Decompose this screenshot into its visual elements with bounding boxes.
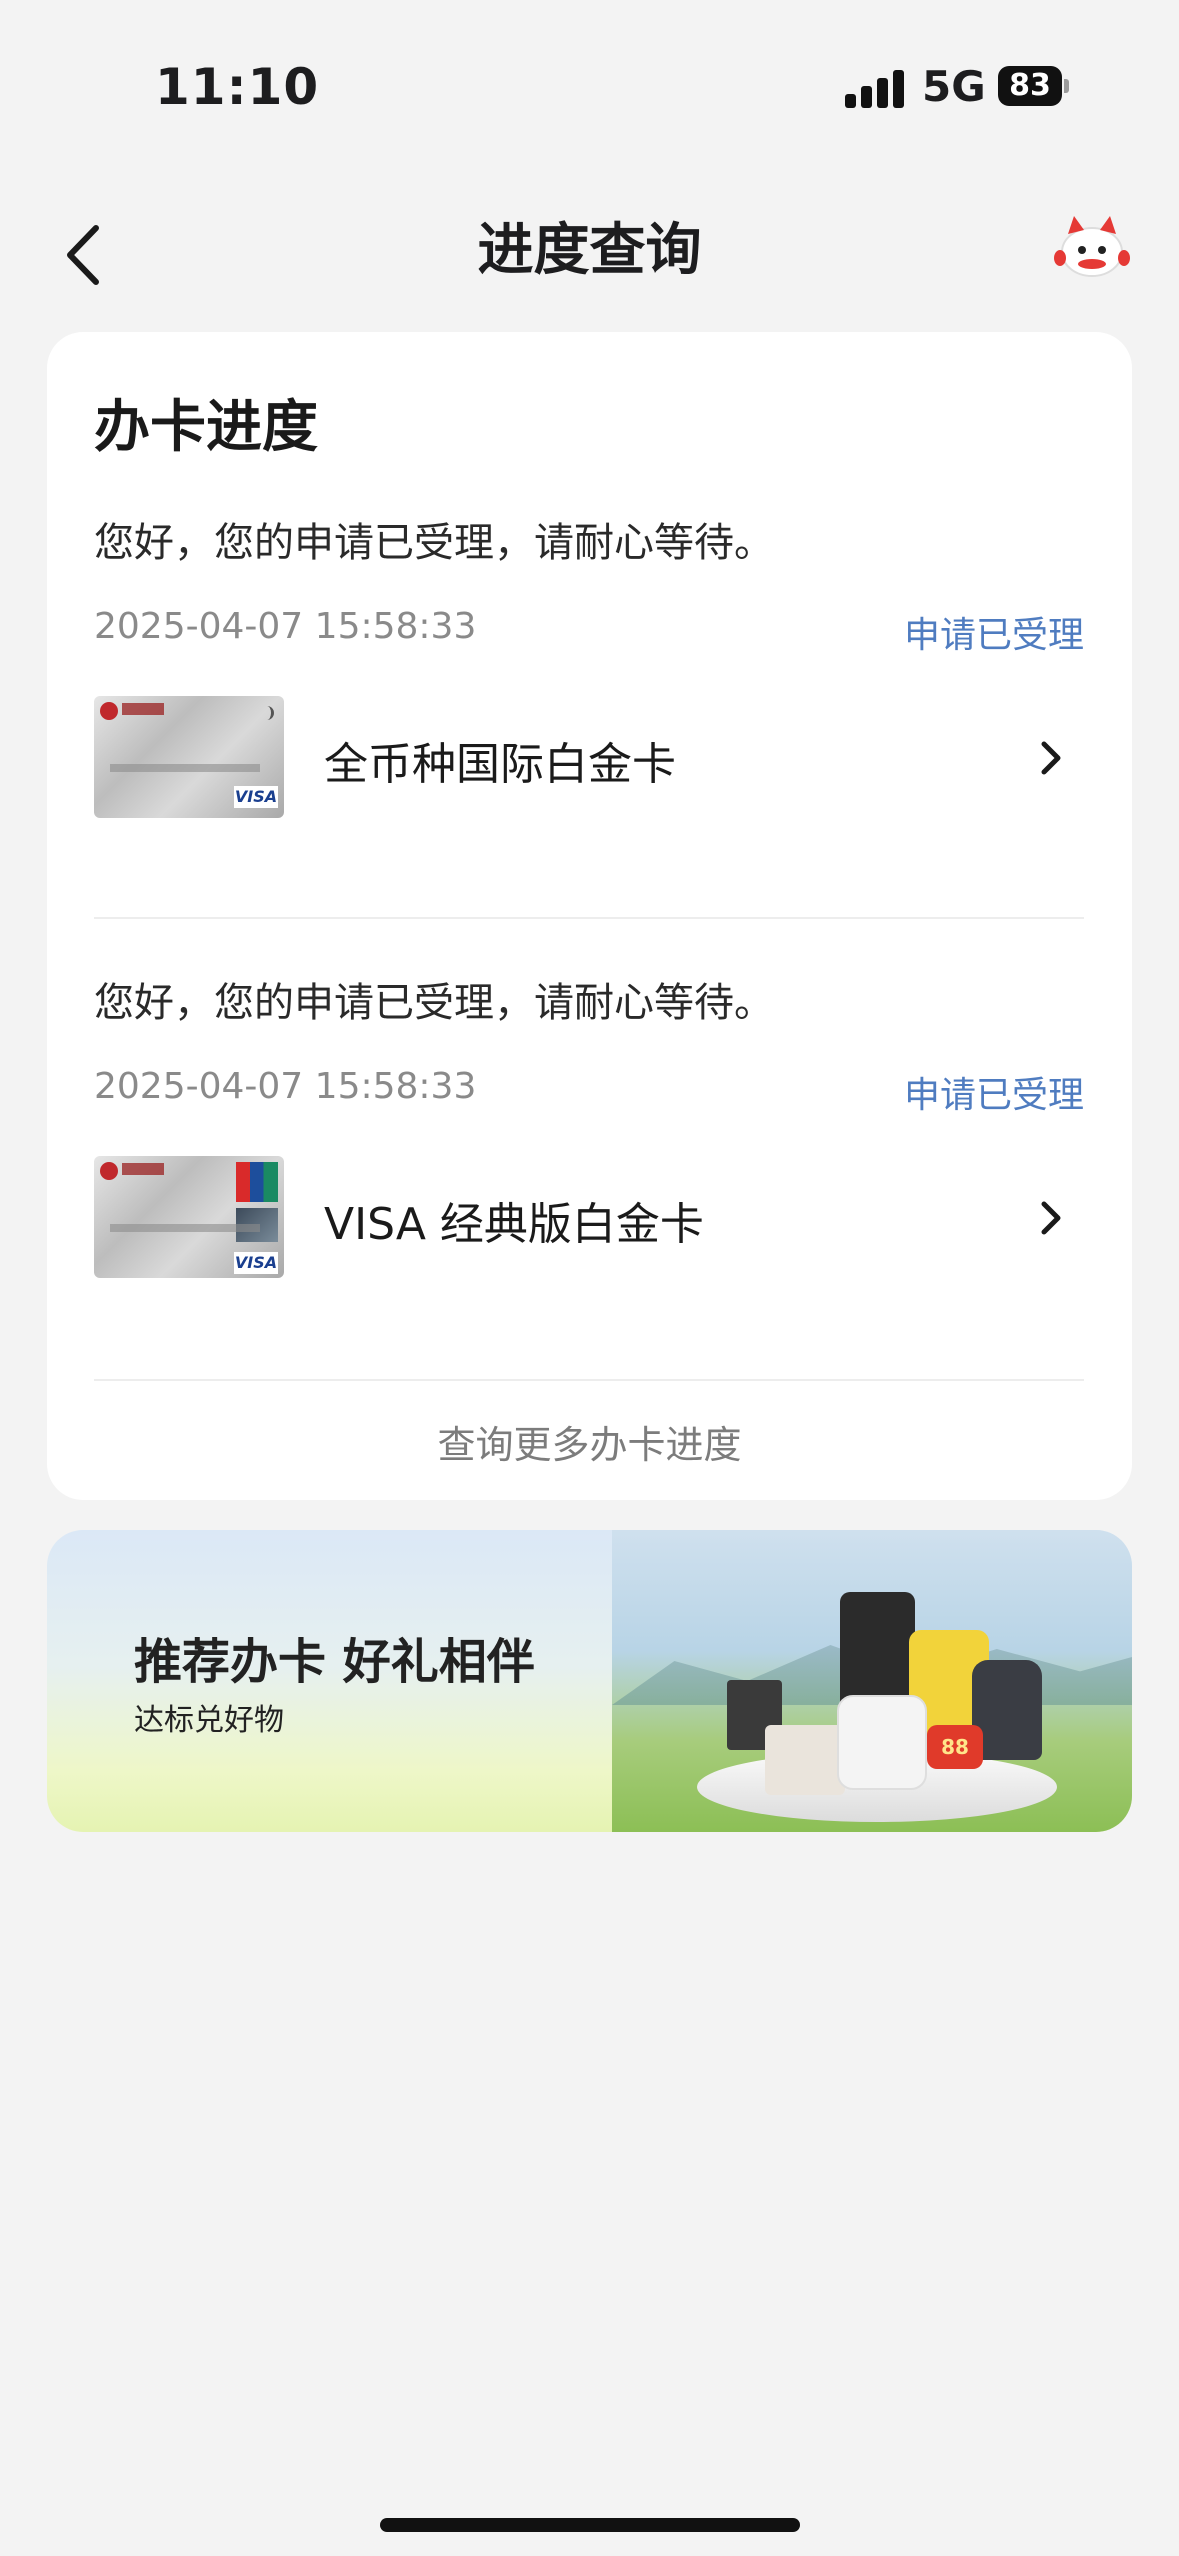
visa-logo: VISA	[234, 1252, 278, 1274]
chevron-right-icon	[1041, 1201, 1061, 1235]
application-message: 您好，您的申请已受理，请耐心等待。	[94, 980, 774, 1026]
banner-subtitle: 达标兑好物	[134, 1703, 284, 1738]
bank-logo-icon	[100, 1162, 118, 1180]
application-status-link[interactable]: 申请已受理	[904, 606, 1084, 658]
progress-page: 11:10 5G 83 进度查询 办卡进度 您好，您的申请已受理，请耐心等待。 …	[0, 0, 1179, 2556]
card-section-title: 办卡进度	[94, 395, 318, 460]
contactless-icon	[260, 706, 274, 720]
visa-logo: VISA	[234, 786, 278, 808]
application-meta: 2025-04-07 15:58:33 申请已受理	[94, 1066, 1084, 1116]
application-item: 您好，您的申请已受理，请耐心等待。 2025-04-07 15:58:33 申请…	[94, 970, 1084, 1281]
home-indicator[interactable]	[380, 2518, 800, 2532]
status-time: 11:10	[155, 58, 320, 116]
card-thumbnail: VISA	[94, 696, 284, 818]
page-title: 进度查询	[477, 218, 702, 283]
air-fryer-icon	[837, 1695, 927, 1790]
status-bar: 11:10 5G 83	[0, 0, 1179, 160]
battery-level: 83	[1009, 68, 1051, 103]
network-type: 5G	[922, 62, 986, 111]
promo-banner[interactable]: 88 推荐办卡 好礼相伴 达标兑好物	[47, 1530, 1132, 1832]
banner-title: 推荐办卡 好礼相伴	[134, 1634, 535, 1690]
card-product-name: VISA 经典版白金卡	[324, 1199, 704, 1250]
card-product-name: 全币种国际白金卡	[324, 739, 676, 790]
divider	[94, 917, 1084, 919]
bank-logo-icon	[100, 702, 118, 720]
card-thumbnail: VISA	[94, 1156, 284, 1278]
application-item: 您好，您的申请已受理，请耐心等待。 2025-04-07 15:58:33 申请…	[94, 510, 1084, 821]
unionpay-logo-icon	[236, 1162, 278, 1202]
progress-card: 办卡进度 您好，您的申请已受理，请耐心等待。 2025-04-07 15:58:…	[47, 332, 1132, 1500]
red-envelope-badge: 88	[927, 1725, 983, 1769]
battery-icon: 83	[998, 66, 1069, 106]
more-progress-link[interactable]: 查询更多办卡进度	[47, 1414, 1132, 1469]
application-date: 2025-04-07 15:58:33	[94, 606, 477, 647]
application-meta: 2025-04-07 15:58:33 申请已受理	[94, 606, 1084, 656]
application-date: 2025-04-07 15:58:33	[94, 1066, 477, 1107]
signal-icon	[845, 68, 905, 108]
mascot-icon[interactable]	[1052, 212, 1132, 284]
card-product-row[interactable]: VISA VISA 经典版白金卡	[94, 1156, 1084, 1281]
chevron-right-icon	[1041, 741, 1061, 775]
application-status-link[interactable]: 申请已受理	[904, 1066, 1084, 1118]
divider	[94, 1379, 1084, 1381]
handbag-icon	[765, 1725, 845, 1795]
application-message: 您好，您的申请已受理，请耐心等待。	[94, 520, 774, 566]
card-product-row[interactable]: VISA 全币种国际白金卡	[94, 696, 1084, 821]
